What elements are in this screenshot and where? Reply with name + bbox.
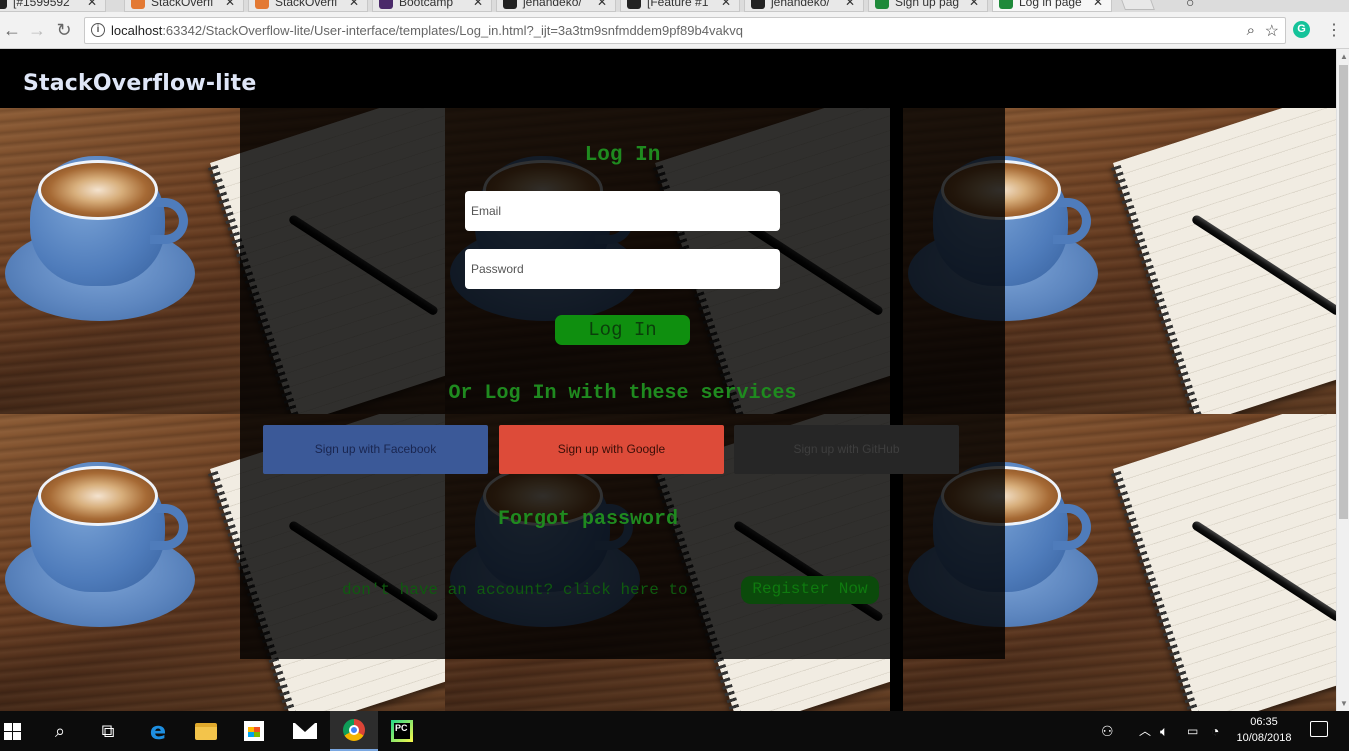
url-path: :63342/StackOverflow-lite/User-interface… bbox=[162, 23, 743, 38]
show-hidden-icons-icon[interactable]: ︿ bbox=[1139, 711, 1151, 751]
browser-tab[interactable]: Sign up pag ✕ bbox=[868, 0, 988, 12]
email-input[interactable] bbox=[465, 191, 780, 231]
no-account-text: don't have an account? click here to bbox=[342, 581, 688, 599]
scroll-down-icon[interactable]: ▼ bbox=[1340, 699, 1348, 708]
menu-icon[interactable]: ⋮ bbox=[1326, 20, 1342, 40]
close-icon[interactable]: ✕ bbox=[969, 0, 979, 11]
edge-icon[interactable]: e bbox=[134, 711, 182, 751]
close-icon[interactable]: ✕ bbox=[349, 0, 359, 11]
system-clock[interactable]: 06:35 10/08/2018 bbox=[1232, 714, 1296, 746]
close-icon[interactable]: ✕ bbox=[473, 0, 483, 11]
tab-label: StackOverfl bbox=[275, 0, 338, 9]
forward-icon[interactable]: → bbox=[27, 20, 47, 40]
close-icon[interactable]: ✕ bbox=[597, 0, 607, 11]
grammarly-extension-icon[interactable]: G bbox=[1293, 21, 1310, 38]
tab-label: jehandeko/ bbox=[771, 0, 830, 9]
pycharm-icon bbox=[999, 0, 1013, 9]
tab-label: Bootcamp bbox=[399, 0, 454, 9]
file-explorer-icon[interactable] bbox=[182, 711, 230, 751]
tab-label: jehandeko/ bbox=[523, 0, 582, 9]
battery-icon[interactable]: ▭ bbox=[1187, 711, 1198, 751]
close-icon[interactable]: ✕ bbox=[225, 0, 235, 11]
store-icon[interactable] bbox=[230, 711, 278, 751]
back-icon[interactable]: ← bbox=[2, 20, 22, 40]
new-tab-button[interactable] bbox=[1119, 0, 1155, 10]
scroll-up-icon[interactable]: ▲ bbox=[1340, 52, 1348, 61]
social-login-heading: Or Log In with these services bbox=[448, 382, 797, 405]
pycharm-icon bbox=[875, 0, 889, 9]
windows-icon bbox=[3, 722, 21, 740]
start-button[interactable] bbox=[0, 711, 36, 751]
tab-label: [#1599592 bbox=[13, 0, 70, 9]
tab-label: StackOverfl bbox=[151, 0, 214, 9]
mail-icon[interactable] bbox=[281, 711, 329, 751]
close-icon[interactable]: ✕ bbox=[87, 0, 97, 11]
tab-strip: [#1599592 ✕ StackOverfl ✕ StackOverfl ✕ Boo… bbox=[0, 0, 1349, 12]
scrollbar-thumb[interactable] bbox=[1339, 65, 1348, 519]
stackoverflow-icon bbox=[131, 0, 145, 9]
task-view-icon[interactable]: ⧉ bbox=[84, 711, 132, 751]
close-icon[interactable]: ✕ bbox=[845, 0, 855, 11]
clock-date: 10/08/2018 bbox=[1236, 732, 1292, 744]
people-icon[interactable]: ⚇ bbox=[1101, 711, 1114, 751]
google-signup-button[interactable]: Sign up with Google bbox=[499, 425, 724, 474]
github-icon bbox=[751, 0, 765, 9]
chrome-icon[interactable] bbox=[330, 711, 378, 751]
search-icon[interactable]: ⌕ bbox=[36, 711, 84, 751]
browser-tab[interactable]: [Feature #1 ✕ bbox=[620, 0, 740, 12]
github-signup-button[interactable]: Sign up with GitHub bbox=[734, 425, 959, 474]
tab-label: Sign up pag bbox=[895, 0, 960, 9]
browser-tab-active[interactable]: Log in page ✕ bbox=[992, 0, 1112, 12]
page-scrollbar[interactable]: ▲ ▼ bbox=[1336, 49, 1349, 711]
stackoverflow-icon bbox=[255, 0, 269, 9]
browser-tab[interactable]: StackOverfl ✕ bbox=[124, 0, 244, 12]
zoom-icon[interactable]: ⌕ bbox=[1247, 22, 1255, 39]
reload-icon[interactable]: ↻ bbox=[54, 20, 74, 40]
volume-icon[interactable]: 🔈︎ bbox=[1160, 711, 1168, 751]
close-icon[interactable]: ✕ bbox=[1093, 0, 1103, 11]
facebook-signup-button[interactable]: Sign up with Facebook bbox=[263, 425, 488, 474]
close-icon[interactable]: ✕ bbox=[721, 0, 731, 11]
login-title: Log In bbox=[584, 144, 661, 167]
register-button[interactable]: Register Now bbox=[741, 576, 879, 604]
browser-tab[interactable]: jehandeko/ ✕ bbox=[496, 0, 616, 12]
site-navbar: StackOverflow-lite bbox=[0, 49, 1336, 108]
browser-tab[interactable]: jehandeko/ ✕ bbox=[744, 0, 864, 12]
bootcamp-icon bbox=[379, 0, 393, 9]
password-input[interactable] bbox=[465, 249, 780, 289]
clock-time: 06:35 bbox=[1250, 716, 1278, 728]
address-bar[interactable]: i localhost:63342/StackOverflow-lite/Use… bbox=[84, 17, 1286, 44]
minimize-icon[interactable]: ○ bbox=[1186, 0, 1194, 10]
wifi-icon[interactable]: ◔ bbox=[1211, 711, 1219, 751]
login-panel: Log In Log In Or Log In with these servi… bbox=[240, 108, 1005, 659]
pycharm-icon[interactable]: PC bbox=[378, 711, 426, 751]
browser-tab[interactable]: [#1599592 ✕ bbox=[0, 0, 106, 12]
login-button[interactable]: Log In bbox=[555, 315, 690, 345]
browser-tab[interactable]: Bootcamp ✕ bbox=[372, 0, 492, 12]
url-text[interactable]: localhost:63342/StackOverflow-lite/User-… bbox=[111, 23, 743, 38]
tab-label: [Feature #1 bbox=[647, 0, 709, 9]
github-icon bbox=[503, 0, 517, 9]
windows-taskbar: ⌕ ⧉ e PC ⚇ ︿ 🔈︎ ▭ ◔ 06:35 10/08/2018 bbox=[0, 711, 1349, 751]
browser-tab[interactable]: StackOverfl ✕ bbox=[248, 0, 368, 12]
url-host: localhost bbox=[111, 23, 163, 38]
github-icon bbox=[0, 0, 7, 9]
browser-toolbar: ← → ↻ i localhost:63342/StackOverflow-li… bbox=[0, 12, 1349, 49]
action-center-icon[interactable] bbox=[1310, 721, 1328, 737]
info-icon[interactable]: i bbox=[91, 23, 105, 37]
forgot-password-link[interactable]: Forgot password bbox=[498, 508, 678, 531]
bookmark-star-icon[interactable]: ☆ bbox=[1265, 21, 1279, 41]
page-viewport: StackOverflow-lite Log In Log In Or Log … bbox=[0, 49, 1336, 711]
github-icon bbox=[627, 0, 641, 9]
tab-label: Log in page bbox=[1019, 0, 1082, 9]
brand-logo[interactable]: StackOverflow-lite bbox=[23, 71, 257, 96]
